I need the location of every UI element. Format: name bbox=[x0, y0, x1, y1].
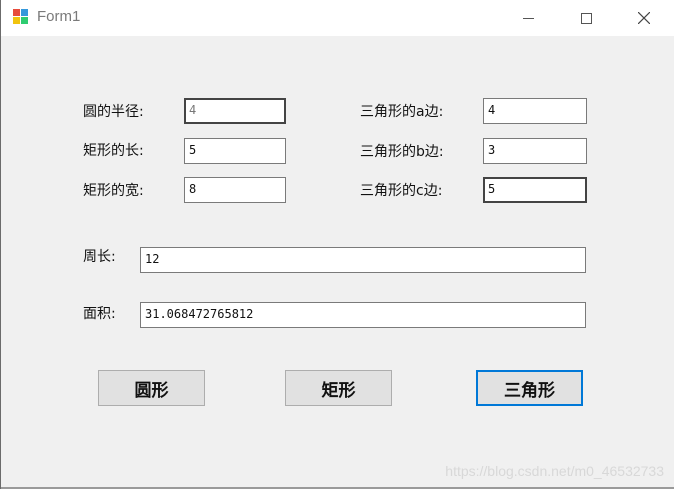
rectangle-button[interactable]: 矩形 bbox=[285, 370, 392, 406]
tri-c-label: 三角形的c边: bbox=[360, 183, 443, 199]
rect-width-input[interactable]: 8 bbox=[184, 177, 286, 203]
perimeter-label: 周长: bbox=[83, 249, 116, 265]
watermark: https://blog.csdn.net/m0_46532733 bbox=[445, 463, 664, 479]
tri-a-label: 三角形的a边: bbox=[360, 104, 444, 120]
app-icon bbox=[13, 9, 31, 25]
circle-button[interactable]: 圆形 bbox=[98, 370, 205, 406]
perimeter-output[interactable]: 12 bbox=[140, 247, 586, 273]
close-button[interactable] bbox=[621, 0, 667, 36]
rect-length-label: 矩形的长: bbox=[83, 143, 144, 159]
maximize-button[interactable] bbox=[563, 0, 609, 36]
minimize-icon bbox=[522, 17, 534, 19]
circle-radius-input[interactable]: 4 bbox=[184, 98, 286, 124]
close-icon bbox=[638, 12, 650, 24]
form-window: Form1 圆的半径: 4 矩形的长: 5 矩形的宽: 8 三角形的a边: 4 … bbox=[0, 0, 674, 489]
maximize-icon bbox=[580, 12, 592, 24]
area-label: 面积: bbox=[83, 306, 116, 322]
rect-length-input[interactable]: 5 bbox=[184, 138, 286, 164]
tri-c-input[interactable]: 5 bbox=[483, 177, 587, 203]
area-output[interactable]: 31.068472765812 bbox=[140, 302, 586, 328]
rect-width-label: 矩形的宽: bbox=[83, 183, 144, 199]
tri-a-input[interactable]: 4 bbox=[483, 98, 587, 124]
minimize-button[interactable] bbox=[505, 0, 551, 36]
window-title: Form1 bbox=[37, 8, 81, 25]
triangle-button[interactable]: 三角形 bbox=[476, 370, 583, 406]
title-bar[interactable]: Form1 bbox=[1, 0, 674, 36]
tri-b-input[interactable]: 3 bbox=[483, 138, 587, 164]
tri-b-label: 三角形的b边: bbox=[360, 144, 444, 160]
circle-radius-label: 圆的半径: bbox=[83, 104, 144, 120]
